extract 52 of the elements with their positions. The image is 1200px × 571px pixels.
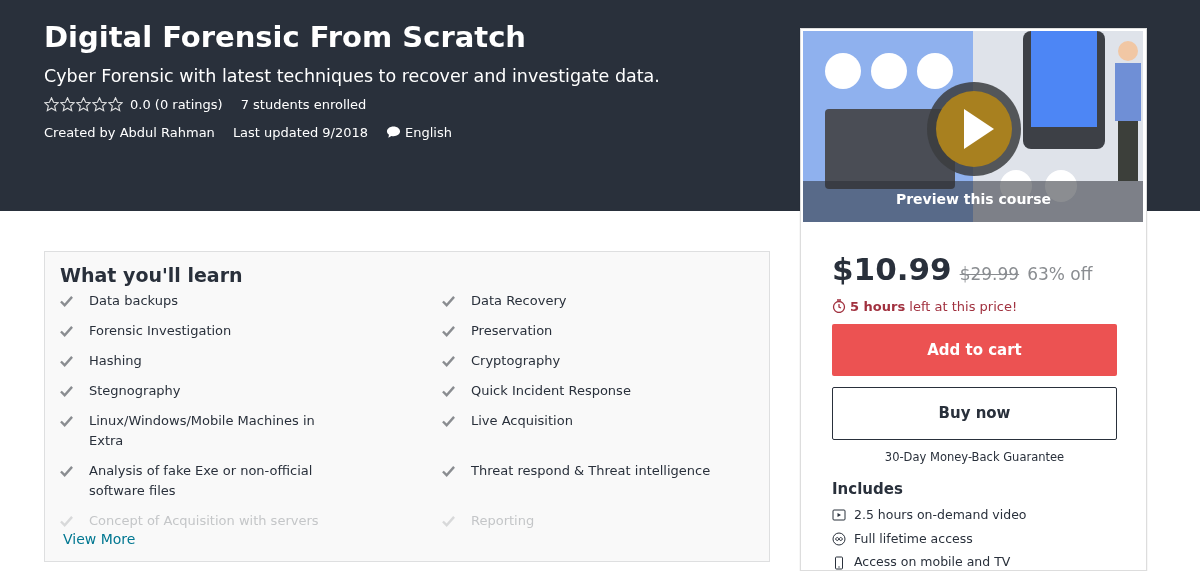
mobile-phone-icon <box>832 555 846 570</box>
check-icon <box>442 414 455 428</box>
updated-date: Last updated 9/2018 <box>232 123 368 142</box>
play-button-icon <box>926 81 1022 177</box>
check-icon <box>442 354 455 368</box>
check-icon <box>60 324 73 338</box>
section-title: What you'll learn <box>60 264 244 287</box>
check-icon <box>442 324 455 338</box>
add-to-cart-button[interactable]: Add to cart <box>832 324 1117 376</box>
course-title: Digital Forensic From Scratch <box>44 20 527 55</box>
check-icon <box>60 384 73 398</box>
learn-item: Quick Incident Response <box>471 381 631 400</box>
view-more-link[interactable]: View More <box>63 529 136 550</box>
learn-item: Preservation <box>471 321 553 340</box>
includes-item: 2.5 hours on-demand video <box>854 505 1027 524</box>
includes-item: Full lifetime access <box>854 529 973 548</box>
learn-item: Data Recovery <box>471 291 567 310</box>
check-icon <box>442 294 455 308</box>
learn-item: Analysis of fake Exe or non-official software files <box>89 461 314 500</box>
countdown-text: 5 hours left at this price! <box>850 297 1018 316</box>
check-icon <box>60 464 73 478</box>
infinity-icon <box>832 531 846 546</box>
includes-title: Includes <box>832 479 904 501</box>
rating-text: 0.0 (0 ratings) <box>130 96 223 115</box>
video-icon <box>832 508 846 523</box>
guarantee-text: 30-Day Money-Back Guarantee <box>883 449 1066 466</box>
check-icon <box>442 464 455 478</box>
check-icon <box>60 354 73 368</box>
learn-item: Live Acquisition <box>471 411 573 430</box>
learn-item: Cryptography <box>471 351 561 370</box>
learn-item: Hashing <box>89 351 142 370</box>
check-icon <box>60 414 73 428</box>
course-subtitle: Cyber Forensic with latest techniques to recover and investigate data. <box>44 64 661 88</box>
check-icon <box>60 294 73 308</box>
learn-item: Linux/Windows/Mobile Machines in Extra <box>89 411 316 450</box>
learn-item: Data backups <box>89 291 178 310</box>
check-icon <box>442 514 455 528</box>
enrolled-count: 7 students enrolled <box>240 96 367 115</box>
learn-item: Forensic Investigation <box>89 321 232 340</box>
timer-icon <box>832 299 846 314</box>
speech-bubble-icon <box>386 125 401 140</box>
author-text: Created by Abdul Rahman <box>44 123 215 142</box>
learn-item: Stegnography <box>89 381 181 400</box>
check-icon <box>442 384 455 398</box>
learn-item: Threat respond & Threat intelligence <box>471 461 711 480</box>
current-price: $10.99 <box>832 250 952 289</box>
discount-text: 63% off <box>1027 263 1093 286</box>
check-icon <box>60 514 73 528</box>
includes-item: Access on mobile and TV <box>854 553 1011 571</box>
language-text: English <box>405 123 452 142</box>
buy-now-button[interactable]: Buy now <box>832 387 1117 440</box>
original-price: $29.99 <box>959 263 1020 286</box>
